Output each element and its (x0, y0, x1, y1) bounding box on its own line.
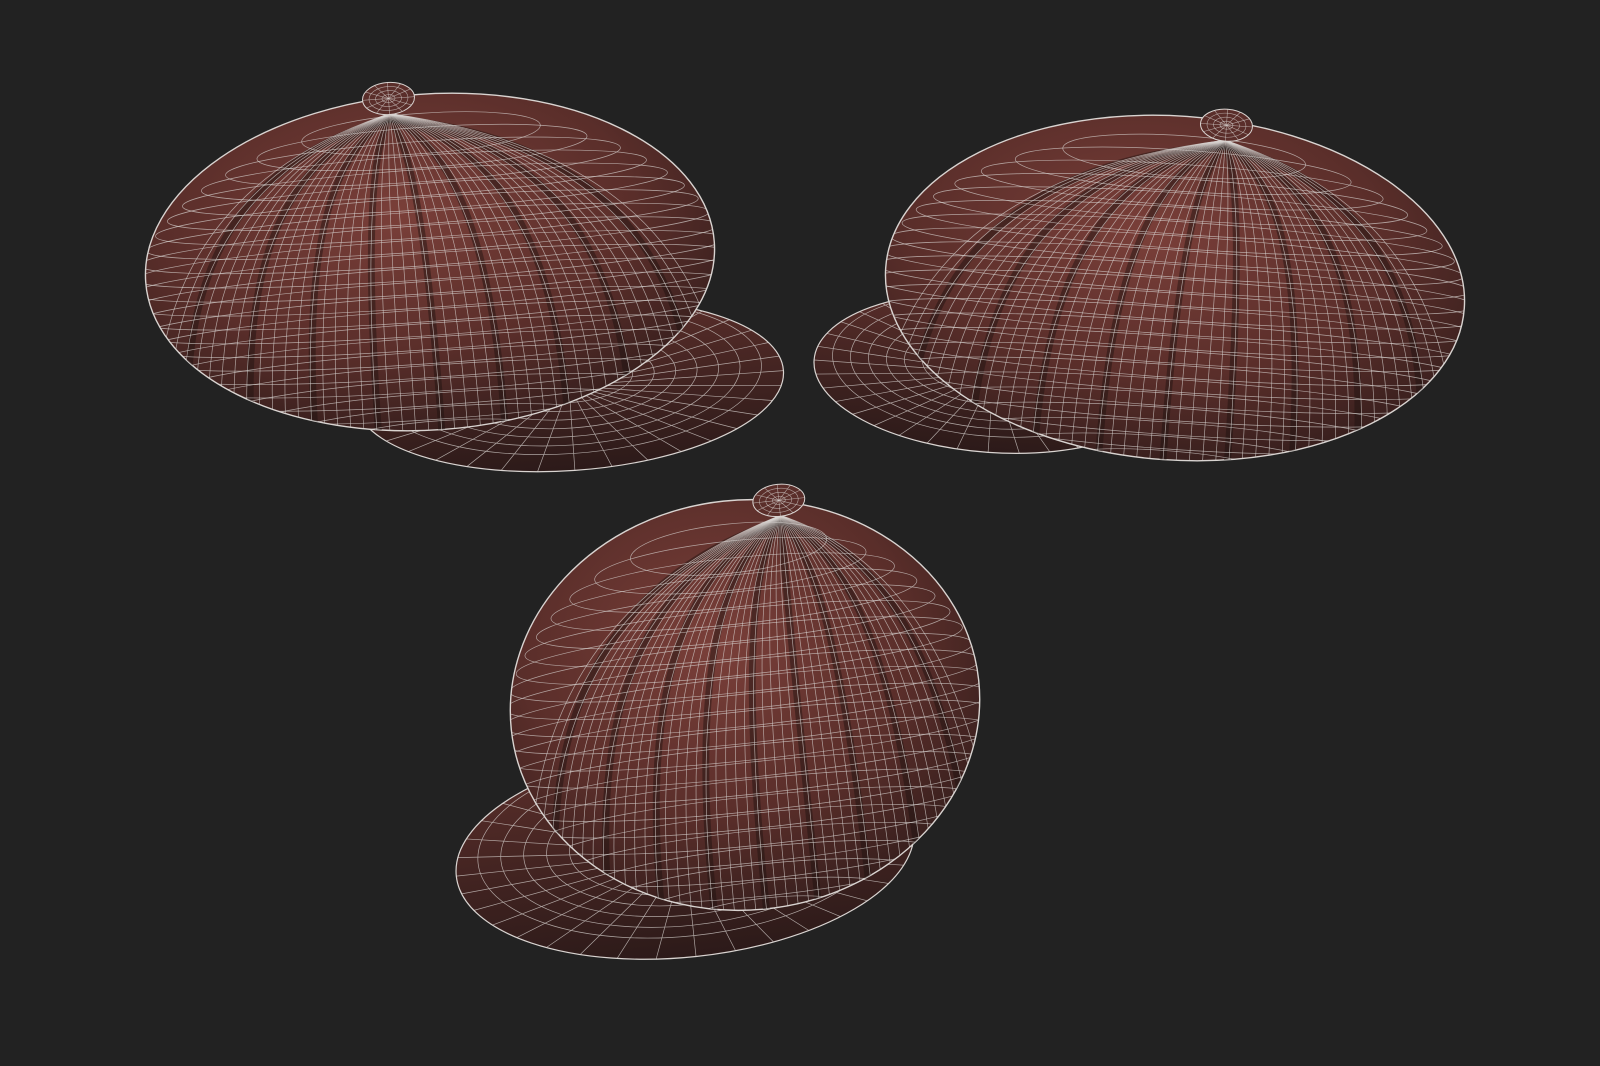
render-viewport (0, 0, 1600, 1066)
scene-svg (0, 0, 1600, 1066)
